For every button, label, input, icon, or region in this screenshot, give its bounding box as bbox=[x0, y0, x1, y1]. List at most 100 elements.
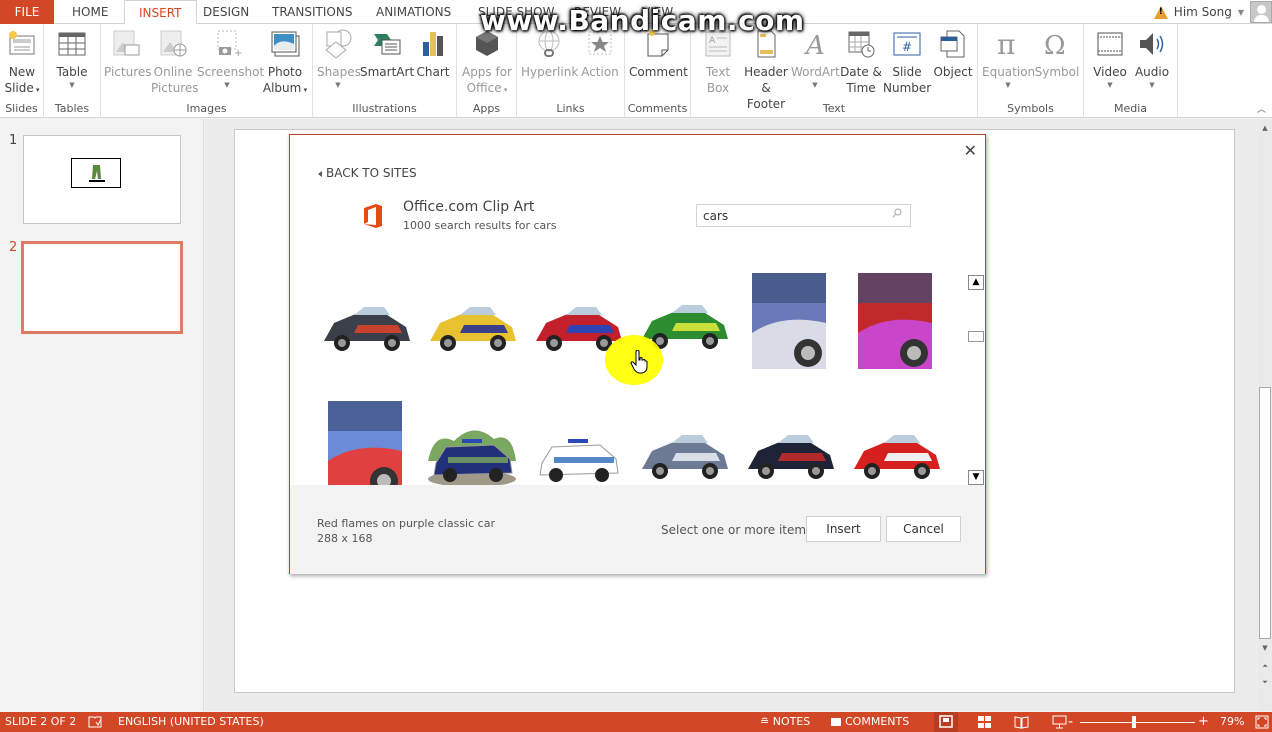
slide-number-icon: # bbox=[893, 32, 921, 56]
zoom-slider-track[interactable] bbox=[1080, 722, 1195, 723]
slide-sorter-icon[interactable] bbox=[977, 715, 992, 729]
pictures-button[interactable]: Pictures bbox=[104, 28, 152, 80]
scroll-up-arrow[interactable]: ▲ bbox=[968, 275, 984, 290]
audio-button[interactable]: Audio ▼ bbox=[1132, 28, 1172, 90]
speaker-icon bbox=[1140, 33, 1164, 55]
chevron-left-icon bbox=[318, 170, 322, 177]
scroll-up-arrow[interactable]: ▲ bbox=[1258, 121, 1272, 135]
slide-number-button[interactable]: # Slide Number bbox=[883, 28, 931, 96]
zoom-in-button[interactable]: + bbox=[1198, 712, 1209, 732]
tab-file[interactable]: FILE bbox=[0, 0, 54, 24]
group-label-comments: Comments bbox=[627, 102, 688, 115]
new-slide-button[interactable]: New Slide ▾ bbox=[4, 28, 40, 98]
group-media: Video ▼ Audio ▼ Media bbox=[1084, 24, 1178, 118]
chart-button[interactable]: Chart bbox=[415, 28, 451, 80]
smartart-button[interactable]: SmartArt bbox=[360, 28, 414, 80]
search-icon[interactable] bbox=[892, 208, 902, 218]
shapes-icon bbox=[325, 29, 352, 59]
vertical-scrollbar[interactable]: ▲ ▼ ⏶ ⏷ bbox=[1258, 119, 1272, 711]
clip-art-result[interactable] bbox=[318, 401, 414, 485]
group-tables: Table ▼ Tables bbox=[44, 24, 101, 118]
comment-icon bbox=[647, 30, 669, 57]
hyperlink-button[interactable]: Hyperlink bbox=[521, 28, 578, 80]
zoom-out-button[interactable]: - bbox=[1068, 712, 1073, 732]
normal-view-button[interactable] bbox=[934, 712, 958, 732]
language-indicator[interactable]: ENGLISH (UNITED STATES) bbox=[118, 712, 264, 732]
slide-thumbnail-2[interactable] bbox=[21, 241, 183, 334]
tab-view[interactable]: VIEW bbox=[628, 0, 687, 24]
slide-thumbnail-1[interactable] bbox=[23, 135, 181, 224]
header-footer-button[interactable]: Header & Footer bbox=[741, 28, 791, 112]
clip-art-result[interactable] bbox=[742, 401, 838, 485]
screenshot-icon: + bbox=[217, 30, 242, 59]
clip-art-result[interactable] bbox=[636, 401, 732, 485]
object-button[interactable]: Object bbox=[931, 28, 975, 80]
zoom-level[interactable]: 79% bbox=[1220, 712, 1244, 732]
apps-for-office-button[interactable]: Apps for Office ▾ bbox=[461, 28, 513, 98]
close-button[interactable]: ✕ bbox=[964, 141, 977, 160]
ribbon-tabs: FILE HOME INSERT DESIGN TRANSITIONS ANIM… bbox=[0, 0, 1272, 25]
spell-check-icon[interactable] bbox=[88, 716, 102, 728]
tab-home[interactable]: HOME bbox=[58, 0, 122, 24]
car-clipart-icon bbox=[642, 435, 728, 479]
scroll-down-arrow[interactable]: ▼ bbox=[1258, 641, 1272, 655]
date-time-button[interactable]: Date & Time bbox=[839, 28, 883, 96]
notes-button[interactable]: ≘ NOTES bbox=[760, 712, 810, 732]
chevron-down-icon: ▼ bbox=[1237, 7, 1244, 17]
tab-transitions[interactable]: TRANSITIONS bbox=[258, 0, 366, 24]
scroll-thumb[interactable] bbox=[968, 331, 984, 342]
tab-animations[interactable]: ANIMATIONS bbox=[362, 0, 465, 24]
clip-art-result[interactable] bbox=[424, 401, 520, 485]
text-box-button[interactable]: A Text Box bbox=[695, 28, 741, 96]
results-scrollbar[interactable]: ▲ ▼ bbox=[968, 275, 984, 485]
user-account[interactable]: Him Song ▼ bbox=[1153, 0, 1272, 24]
scroll-thumb[interactable] bbox=[1259, 387, 1271, 639]
svg-text:A: A bbox=[804, 31, 825, 60]
hand-pointer-icon bbox=[630, 350, 648, 374]
comments-button[interactable]: COMMENTS bbox=[831, 712, 909, 732]
insert-button[interactable]: Insert bbox=[806, 516, 881, 542]
warning-icon bbox=[1153, 5, 1168, 19]
group-label-apps: Apps bbox=[472, 102, 501, 115]
slideshow-icon[interactable] bbox=[1052, 715, 1067, 729]
comment-button[interactable]: Comment bbox=[629, 28, 688, 80]
tab-design[interactable]: DESIGN bbox=[189, 0, 263, 24]
wordart-button[interactable]: A WordArt ▼ bbox=[791, 28, 840, 90]
clip-art-result[interactable] bbox=[530, 401, 626, 485]
tab-review[interactable]: REVIEW bbox=[560, 0, 635, 24]
photo-album-button[interactable]: Photo Album ▾ bbox=[261, 28, 309, 98]
clip-art-result[interactable] bbox=[318, 273, 414, 369]
symbol-button[interactable]: Ω Symbol bbox=[1034, 28, 1080, 80]
result-count: 1000 search results for cars bbox=[403, 219, 557, 232]
selection-hint: Select one or more items. bbox=[661, 523, 817, 537]
video-button[interactable]: Video ▼ bbox=[1090, 28, 1130, 90]
clip-art-result[interactable] bbox=[742, 273, 838, 369]
cancel-button[interactable]: Cancel bbox=[886, 516, 961, 542]
slide-number-label: 2 bbox=[9, 240, 18, 255]
clip-art-result[interactable] bbox=[424, 273, 520, 369]
reading-view-icon[interactable] bbox=[1014, 715, 1029, 729]
clip-art-result[interactable] bbox=[848, 401, 944, 485]
search-input[interactable] bbox=[696, 204, 911, 227]
selected-item-dimensions: 288 x 168 bbox=[317, 532, 373, 545]
scroll-down-arrow[interactable]: ▼ bbox=[968, 470, 984, 485]
zoom-slider-thumb[interactable] bbox=[1132, 716, 1136, 728]
tab-insert[interactable]: INSERT bbox=[124, 0, 197, 25]
group-label-media: Media bbox=[1113, 102, 1148, 115]
fit-to-window-icon[interactable] bbox=[1255, 715, 1269, 729]
slide-number-label: 1 bbox=[9, 133, 18, 148]
screenshot-button[interactable]: + Screenshot ▼ bbox=[197, 28, 264, 90]
car-clipart-icon bbox=[748, 435, 834, 479]
group-apps: Apps for Office ▾ Apps bbox=[457, 24, 517, 118]
online-pictures-button[interactable]: Online Pictures bbox=[151, 28, 199, 96]
clip-art-result[interactable] bbox=[848, 273, 944, 369]
table-button[interactable]: Table ▼ bbox=[50, 28, 94, 90]
collapse-ribbon-icon[interactable]: ︿ bbox=[1257, 102, 1266, 115]
back-to-sites-link[interactable]: BACK TO SITES bbox=[318, 166, 417, 180]
previous-slide-button[interactable]: ⏶ bbox=[1258, 659, 1272, 673]
equation-button[interactable]: π Equation ▼ bbox=[982, 28, 1035, 90]
tab-slide-show[interactable]: SLIDE SHOW bbox=[464, 0, 568, 24]
shapes-button[interactable]: Shapes ▼ bbox=[317, 28, 361, 90]
next-slide-button[interactable]: ⏷ bbox=[1258, 675, 1272, 689]
action-button[interactable]: Action bbox=[579, 28, 621, 80]
